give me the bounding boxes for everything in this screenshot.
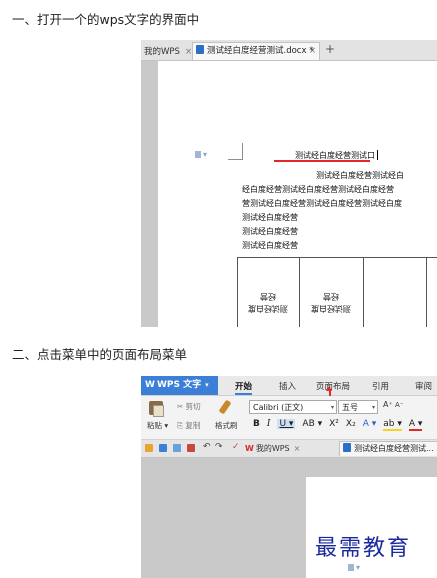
- tab-my-wps-label: 我的WPS: [144, 47, 180, 57]
- menu-references[interactable]: 引用: [372, 380, 389, 392]
- shrink-font-button[interactable]: A⁻: [395, 401, 403, 409]
- cut-button[interactable]: ✂ 剪切: [177, 401, 201, 412]
- watermark-text: 最需教育: [315, 536, 412, 561]
- format-painter-icon[interactable]: [218, 399, 232, 415]
- highlight-underline: [274, 160, 370, 162]
- table-column-border: [426, 258, 427, 327]
- menu-review[interactable]: 审阅: [415, 380, 432, 392]
- highlight-button[interactable]: ab ▾: [383, 419, 402, 431]
- superscript-button[interactable]: X²: [329, 419, 339, 429]
- document-text-line[interactable]: 营测试经白度经营测试经白度经营测试经白度: [242, 198, 402, 209]
- close-icon[interactable]: ×: [185, 47, 192, 57]
- close-icon[interactable]: ×: [294, 444, 301, 453]
- export-pdf-icon[interactable]: [187, 444, 195, 452]
- check-icon[interactable]: ✓: [232, 442, 240, 452]
- tab-document-label: 测试经白度经营测试.docx *: [207, 46, 314, 56]
- text-effect-button[interactable]: A ▾: [363, 419, 377, 429]
- close-icon[interactable]: ×: [309, 43, 316, 59]
- wps-logo-icon: W: [145, 380, 155, 390]
- document-text-line[interactable]: 测试经白度经营: [242, 226, 298, 237]
- home-ribbon: 粘贴 ▾ ✂ 剪切 ⎘ 复制 格式刷 Calibri (正文) ▾ 五号 ▾ A⁺ …: [141, 396, 437, 439]
- tab-document[interactable]: 测试经白度经营测试.docx * ×: [192, 42, 320, 60]
- document-text-line[interactable]: 测试经白度经营: [242, 240, 298, 251]
- font-color-button[interactable]: A ▾: [408, 419, 423, 431]
- chevron-down-icon: ▾: [330, 404, 334, 411]
- document-tab-bar: 我的WPS × 测试经白度经营测试.docx * × +: [141, 40, 437, 61]
- undo-icon[interactable]: ↶: [203, 442, 211, 452]
- table-cell[interactable]: 测试经白度经营: [245, 290, 291, 314]
- paragraph-icon[interactable]: ▾: [195, 150, 207, 159]
- print-icon[interactable]: [173, 444, 181, 452]
- menu-page-layout[interactable]: 页面布局: [316, 380, 350, 392]
- tab-document[interactable]: 测试经白度经营测试...: [339, 441, 437, 456]
- subscript-button[interactable]: X₂: [346, 419, 356, 429]
- document-icon: [196, 45, 204, 54]
- document-page[interactable]: ▾: [306, 477, 437, 578]
- margin-corner-mark: [228, 143, 243, 160]
- paste-button[interactable]: 粘贴 ▾: [147, 420, 168, 431]
- quick-access-toolbar: ↶ ↷ ✓ W 我的WPS × 测试经白度经营测试...: [141, 439, 437, 458]
- document-icon: [343, 443, 351, 452]
- menu-insert[interactable]: 插入: [279, 380, 296, 392]
- chevron-down-icon: ▾: [205, 381, 209, 389]
- format-toolbar: BI U ▾ AB ▾ X² X₂ A ▾ ab ▾ A ▾: [253, 419, 429, 431]
- italic-button[interactable]: I: [267, 419, 271, 429]
- tab-my-wps[interactable]: 我的WPS ×: [144, 45, 192, 57]
- chevron-down-icon: ▾: [371, 404, 375, 411]
- step-2-title: 二、点击菜单中的页面布局菜单: [12, 347, 188, 362]
- wps-document-screenshot: 我的WPS × 测试经白度经营测试.docx * × + ▾ 测试经白度经营测试口…: [141, 40, 437, 327]
- redo-icon[interactable]: ↷: [215, 442, 223, 452]
- step-1-title: 一、打开一个的wps文字的界面中: [12, 12, 200, 27]
- document-text-line[interactable]: 测试经白度经营测试经白: [316, 170, 404, 181]
- table-column-border: [299, 258, 300, 327]
- document-page[interactable]: ▾ 测试经白度经营测试口 测试经白度经营测试经白 经白度经营测试经白度经营测试经…: [158, 61, 437, 327]
- save-icon[interactable]: [159, 444, 167, 452]
- table-column-border: [363, 258, 364, 327]
- document-text-line[interactable]: 测试经白度经营: [242, 212, 298, 223]
- font-family-select[interactable]: Calibri (正文) ▾: [249, 400, 337, 414]
- menu-home[interactable]: 开始: [235, 380, 253, 395]
- document-table[interactable]: 测试经白度经营 测试经白度经营: [237, 257, 437, 327]
- font-size-select[interactable]: 五号 ▾: [338, 400, 378, 414]
- wps-logo-icon: W: [245, 444, 254, 453]
- document-text-line[interactable]: 经白度经营测试经白度经营测试经白度经营: [242, 184, 394, 195]
- paragraph-icon[interactable]: ▾: [348, 563, 360, 572]
- text-cursor: [377, 150, 378, 160]
- copy-button[interactable]: ⎘ 复制: [177, 420, 200, 431]
- format-painter-button[interactable]: 格式刷: [215, 420, 238, 431]
- grow-font-button[interactable]: A⁺: [383, 400, 393, 409]
- wps-app-menu-button[interactable]: W WPS 文字 ▾: [141, 376, 218, 395]
- new-tab-button[interactable]: +: [325, 42, 335, 56]
- menu-bar: W WPS 文字 ▾ 开始 插入 页面布局 引用 审阅: [141, 376, 437, 396]
- strikethrough-button[interactable]: AB ▾: [302, 419, 322, 429]
- open-folder-icon[interactable]: [145, 444, 153, 452]
- paste-icon[interactable]: [149, 401, 164, 417]
- table-cell[interactable]: 测试经白度经营: [308, 290, 354, 314]
- bold-button[interactable]: B: [253, 419, 260, 429]
- underline-button[interactable]: U ▾: [277, 419, 296, 429]
- tab-my-wps[interactable]: W 我的WPS ×: [245, 443, 300, 454]
